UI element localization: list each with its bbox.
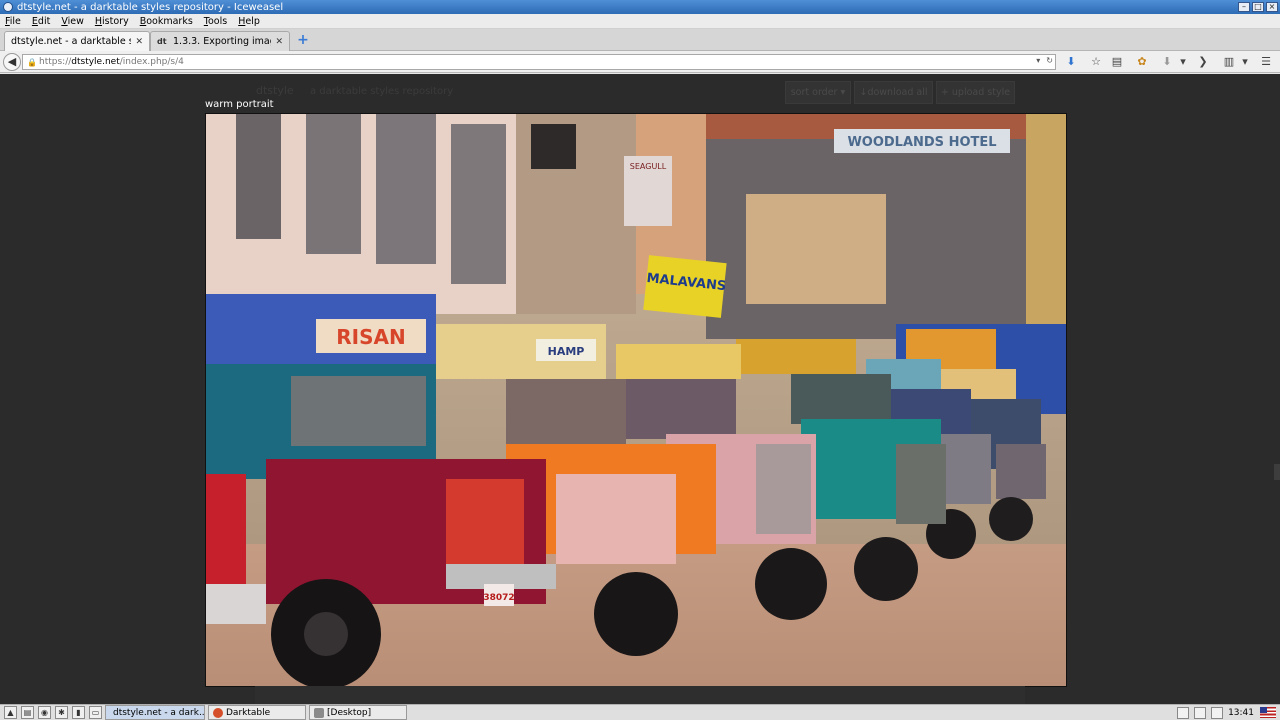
taskbar-task-desktop[interactable]: [Desktop]	[309, 705, 407, 720]
reading-list-icon[interactable]: ▤	[1110, 55, 1124, 69]
hamburger-menu-icon[interactable]: ☰	[1259, 55, 1273, 69]
taskbar: ▲ ▤ ◉ ✱ ▮ ▭ dtstyle.net - a dark... Dark…	[0, 704, 1280, 720]
clipboard-icon[interactable]: ▥	[1222, 55, 1236, 69]
menu-help[interactable]: Help	[233, 16, 266, 27]
minimize-button[interactable]: –	[1238, 2, 1250, 12]
sort-order-button[interactable]: sort order ▾	[785, 81, 851, 104]
tab-exporting-images[interactable]: dt 1.3.3. Exporting images ... ✕	[150, 31, 290, 51]
page-content: dtstyle a darktable styles repository so…	[0, 74, 1280, 704]
settings-icon[interactable]: ✱	[55, 706, 68, 719]
tab-label: 1.3.3. Exporting images ...	[173, 36, 271, 47]
truck-photo: WOODLANDS HOTEL MALAVANS SEAGULL HAMP RI…	[206, 114, 1066, 686]
url-host: dtstyle.net	[71, 57, 120, 67]
menu-bar: File Edit View History Bookmarks Tools H…	[0, 14, 1280, 29]
file-manager-icon[interactable]: ▤	[21, 706, 34, 719]
darktable-favicon-icon: dt	[157, 36, 167, 46]
tab-label: dtstyle.net - a darktable sty...	[11, 36, 132, 47]
clock[interactable]: 13:41	[1228, 708, 1254, 718]
risan-sign: RISAN	[336, 325, 405, 349]
menu-tools[interactable]: Tools	[199, 16, 233, 27]
maximize-button[interactable]: □	[1252, 2, 1264, 12]
site-brand[interactable]: dtstyle	[256, 84, 294, 97]
url-scheme: https://	[39, 57, 72, 67]
addon-icon[interactable]: ✿	[1135, 55, 1149, 69]
system-tray: 13:41	[1177, 705, 1280, 720]
new-tab-button[interactable]: +	[296, 33, 310, 47]
lock-icon: 🔒	[27, 58, 37, 67]
network-tray-icon[interactable]	[1194, 706, 1207, 719]
terminal-icon[interactable]: ▮	[72, 706, 85, 719]
download-arrow-icon[interactable]: ⬇	[1160, 55, 1174, 69]
desktop-icon[interactable]: ▭	[89, 706, 102, 719]
menu-history[interactable]: History	[90, 16, 135, 27]
url-path: /index.php/s/4	[119, 57, 184, 67]
close-tab-icon[interactable]: ✕	[135, 37, 143, 47]
site-header: dtstyle a darktable styles repository so…	[0, 74, 1280, 110]
download-all-button[interactable]: ↓download all	[854, 81, 933, 104]
iceweasel-icon	[3, 2, 13, 12]
window-titlebar: dtstyle.net - a darktable styles reposit…	[0, 0, 1280, 14]
upload-style-button[interactable]: + upload style	[936, 81, 1015, 104]
woodlands-hotel-sign: WOODLANDS HOTEL	[847, 135, 996, 150]
menu-view[interactable]: View	[56, 16, 90, 27]
tab-dtstyle[interactable]: dtstyle.net - a darktable sty... ✕	[4, 31, 150, 51]
close-window-button[interactable]: ×	[1266, 2, 1278, 12]
task-label: Darktable	[226, 707, 271, 718]
taskbar-task-darktable[interactable]: Darktable	[208, 705, 306, 720]
nav-bar: ◀ 🔒 https:// dtstyle.net /index.php/s/4 …	[0, 51, 1280, 73]
task-label: [Desktop]	[327, 707, 372, 718]
browser-launcher-icon[interactable]: ◉	[38, 706, 51, 719]
license-plate: 38072	[483, 593, 514, 603]
desktop-task-icon	[314, 707, 324, 718]
tab-bar: dtstyle.net - a darktable sty... ✕ dt 1.…	[0, 29, 1280, 51]
page-scrollbar[interactable]	[1274, 464, 1280, 480]
taskbar-task-browser[interactable]: dtstyle.net - a dark...	[105, 705, 205, 720]
gallery-strip	[255, 686, 1025, 704]
url-bar[interactable]: 🔒 https:// dtstyle.net /index.php/s/4 ▾ …	[22, 54, 1056, 70]
site-tagline: a darktable styles repository	[310, 86, 454, 97]
dropdown-icon[interactable]: ▾	[1176, 55, 1190, 69]
extension-icon[interactable]: ❯	[1196, 55, 1210, 69]
close-tab-icon[interactable]: ✕	[275, 37, 283, 47]
menu-edit[interactable]: Edit	[27, 16, 56, 27]
menu-file[interactable]: File	[0, 16, 27, 27]
downloads-icon[interactable]: ⬇	[1064, 55, 1078, 69]
seagull-sign: SEAGULL	[630, 162, 667, 171]
clipboard-dropdown-icon[interactable]: ▾	[1238, 55, 1252, 69]
task-label: dtstyle.net - a dark...	[113, 707, 205, 718]
hamp-sign: HAMP	[548, 345, 585, 358]
reload-icon[interactable]: ↻	[1046, 56, 1053, 65]
start-menu-icon[interactable]: ▲	[4, 706, 17, 719]
darktable-task-icon	[213, 707, 223, 718]
clipboard-tray-icon[interactable]	[1177, 706, 1190, 719]
back-button[interactable]: ◀	[3, 53, 21, 71]
keyboard-layout-flag-icon[interactable]	[1260, 707, 1276, 718]
url-actions: ▾ ↻	[1036, 56, 1053, 65]
updates-tray-icon[interactable]	[1211, 706, 1224, 719]
history-dropdown-icon[interactable]: ▾	[1036, 56, 1040, 65]
menu-bookmarks[interactable]: Bookmarks	[135, 16, 199, 27]
lightbox-image[interactable]: WOODLANDS HOTEL MALAVANS SEAGULL HAMP RI…	[205, 113, 1067, 687]
window-title: dtstyle.net - a darktable styles reposit…	[17, 1, 284, 13]
bookmark-star-icon[interactable]: ☆	[1089, 55, 1103, 69]
lightbox-title: warm portrait	[205, 99, 274, 110]
